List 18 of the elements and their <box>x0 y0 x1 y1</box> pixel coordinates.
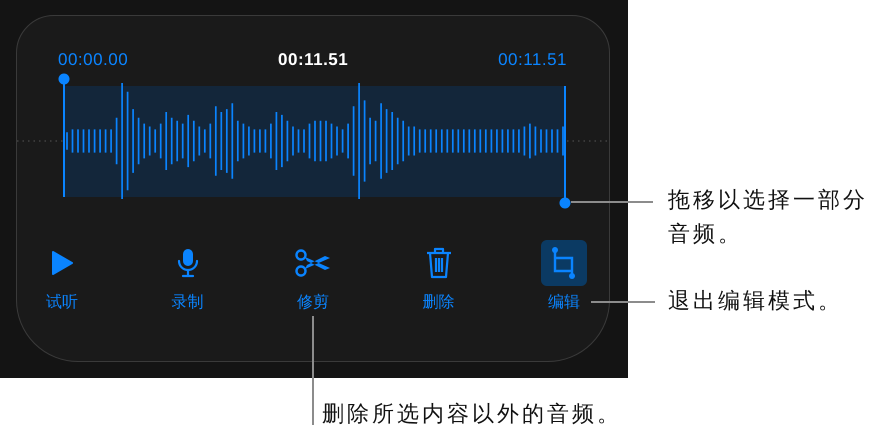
trash-button[interactable]: 删除 <box>398 240 478 312</box>
crop-button[interactable]: 编辑 <box>524 240 604 312</box>
scissors-button[interactable]: 修剪 <box>273 240 353 312</box>
trash-icon <box>424 247 452 279</box>
microphone-icon <box>176 248 198 278</box>
callout-text: 删除所选内容以外的音频。 <box>322 401 623 429</box>
end-time: 00:11.51 <box>498 50 567 70</box>
current-time: 00:11.51 <box>278 50 348 70</box>
mic-button[interactable]: 录制 <box>148 240 228 312</box>
callout-text: 拖移以选择一部分音频。 <box>668 187 869 249</box>
play-button[interactable]: 试听 <box>22 240 102 312</box>
scissors-icon <box>294 249 332 277</box>
start-time: 00:00.00 <box>58 50 128 70</box>
play-icon <box>51 250 73 276</box>
waveform-drawing[interactable] <box>58 74 570 208</box>
callout-text: 退出编辑模式。 <box>668 288 844 316</box>
crop-icon <box>551 246 577 280</box>
leader-line <box>591 301 655 303</box>
